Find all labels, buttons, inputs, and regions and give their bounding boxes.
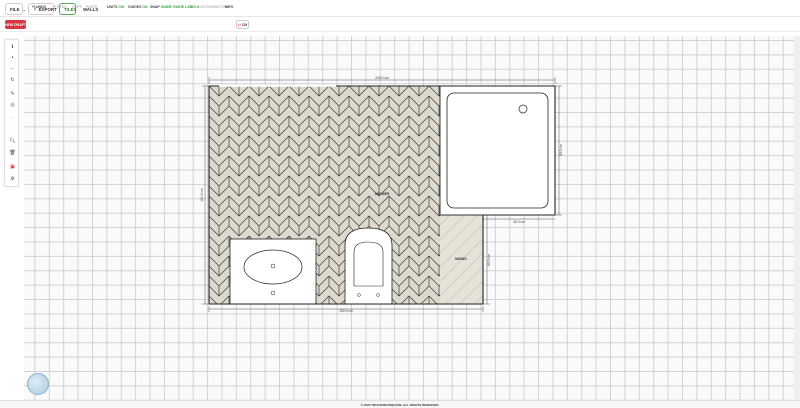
dimension-left-label: 151.0 cm [200,188,204,202]
mixing-zone-label: MIXING [455,257,467,261]
floor-plan[interactable]: 240.0 cm 190.0 cm 151.0 cm 90.0 cm 60.0 … [0,0,800,408]
zoom-icon[interactable]: 🔍︎ [5,137,20,146]
target-icon[interactable]: ◌ [5,125,20,134]
shower-basin [446,92,549,209]
dimension-right-lower-label: 60.0 cm [487,254,491,266]
gear-icon[interactable]: ⚙ [5,175,20,184]
dot-icon[interactable]: • [5,54,20,63]
rotate-icon[interactable]: ↻ [5,76,20,85]
compass-icon[interactable] [27,373,49,395]
info-icon[interactable]: ℹ [5,43,20,52]
dimension-middle-label: 30.0 cm [513,220,525,224]
layers-icon[interactable]: ◎ [5,101,20,110]
shower-drain [518,104,528,114]
trash-icon[interactable]: 🗑︎ [5,149,20,158]
copyright-text: © 2020 TRUESPIROSQUARE. ALL RIGHTS RESER… [360,402,440,407]
red-badge-icon[interactable]: ▣ [5,163,20,172]
dimension-right-upper-label: 90.0 cm [559,144,563,156]
footer: © 2020 TRUESPIROSQUARE. ALL RIGHTS RESER… [0,400,800,408]
pencil-icon[interactable]: ✎ [5,90,20,99]
minus-icon[interactable]: − [5,65,20,74]
toilet-bowl [353,241,384,287]
dimension-top-label: 240.0 cm [375,76,389,80]
circle-icon[interactable]: ○ [5,114,20,123]
dimension-bottom-label: 190.0 cm [339,309,353,313]
tool-panel: ℹ • − ↻ ✎ ◎ ○ ◌ 🔍︎ 🗑︎ ▣ ⚙ [4,39,19,187]
sink-basin [243,249,303,285]
app-root: FILE⌄ ⇩EXPORT⌄ TILES WALLS NEW DRAFT ↶UN… [0,0,800,408]
shower-zone-label: SHOWER [375,192,390,196]
